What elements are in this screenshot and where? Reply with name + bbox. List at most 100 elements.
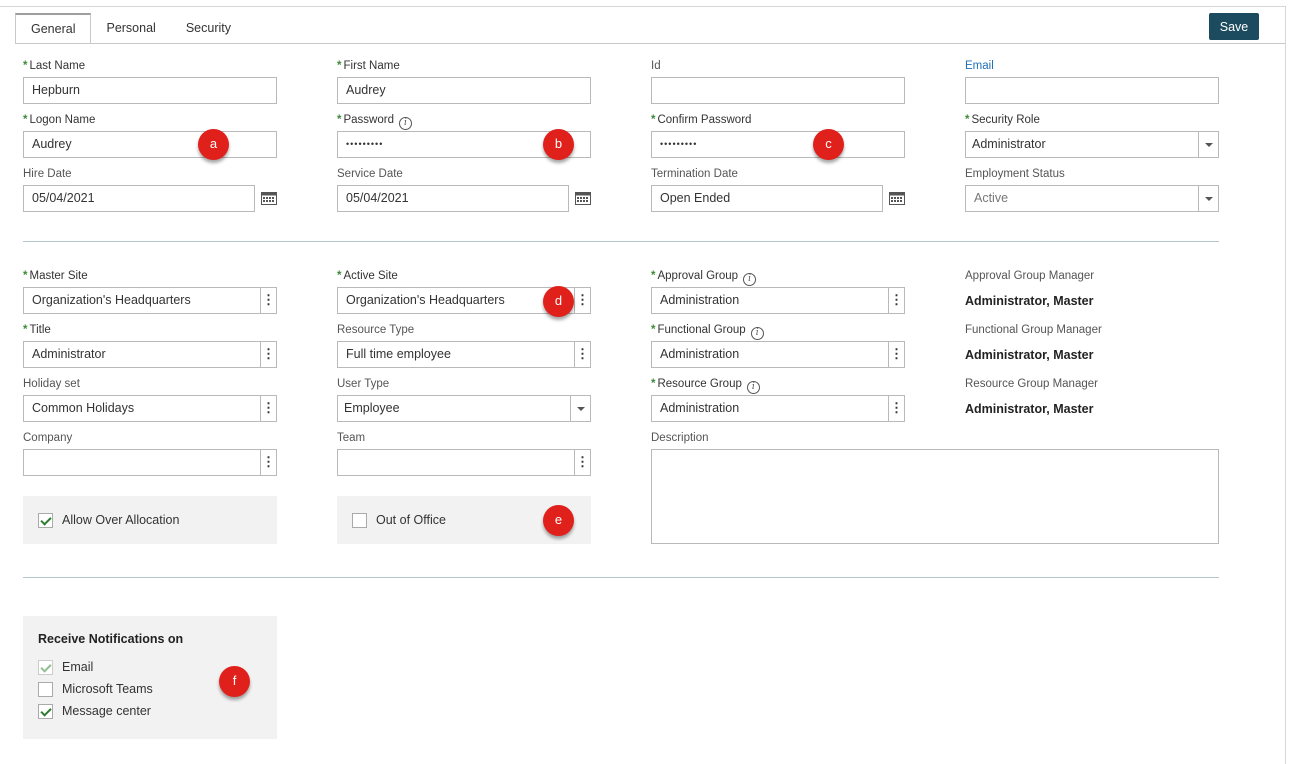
resource-group-field[interactable]: Administration ⋮ xyxy=(651,395,905,422)
out-of-office-label: Out of Office xyxy=(376,513,446,527)
save-button[interactable]: Save xyxy=(1209,13,1259,40)
title-label: * Title xyxy=(23,324,51,336)
functional-group-label: * Functional Group i xyxy=(651,323,764,340)
employment-status-label: Employment Status xyxy=(965,168,1065,180)
termination-date-label: Termination Date xyxy=(651,168,738,180)
employment-status-select[interactable]: Active xyxy=(965,185,1219,212)
resource-type-field[interactable]: Full time employee ⋮ xyxy=(337,341,591,368)
logon-name-field[interactable]: Audrey xyxy=(23,131,277,158)
resource-group-label: * Resource Group i xyxy=(651,377,760,394)
notify-email-label: Email xyxy=(62,660,94,674)
section-divider xyxy=(23,241,1219,242)
annotation-marker-b: b xyxy=(543,129,574,160)
security-role-label: * Security Role xyxy=(965,114,1040,126)
kebab-menu-icon[interactable]: ⋮ xyxy=(574,450,590,475)
tab-personal[interactable]: Personal xyxy=(91,13,170,44)
master-site-label: * Master Site xyxy=(23,270,88,282)
frame-border-top xyxy=(0,6,1286,7)
notify-email-checkbox[interactable] xyxy=(38,660,53,675)
notify-message-center-checkbox[interactable] xyxy=(38,704,53,719)
holiday-set-field[interactable]: Common Holidays ⋮ xyxy=(23,395,277,422)
allow-over-allocation-panel: Allow Over Allocation xyxy=(23,496,277,544)
notifications-title: Receive Notifications on xyxy=(38,632,184,646)
kebab-menu-icon[interactable]: ⋮ xyxy=(888,288,904,313)
out-of-office-checkbox[interactable] xyxy=(352,513,367,528)
calendar-icon[interactable] xyxy=(889,191,905,205)
annotation-marker-f: f xyxy=(219,666,250,697)
tab-general[interactable]: General xyxy=(15,13,92,44)
annotation-marker-c: c xyxy=(813,129,844,160)
active-site-label: * Active Site xyxy=(337,270,398,282)
kebab-menu-icon[interactable]: ⋮ xyxy=(888,342,904,367)
password-label: * Password i xyxy=(337,113,412,130)
tab-security[interactable]: Security xyxy=(171,13,246,44)
info-icon[interactable]: i xyxy=(746,381,760,394)
calendar-icon[interactable] xyxy=(261,191,277,205)
user-type-label: User Type xyxy=(337,378,390,390)
notify-teams-label: Microsoft Teams xyxy=(62,682,153,696)
id-field[interactable] xyxy=(651,77,905,104)
kebab-menu-icon[interactable]: ⋮ xyxy=(260,288,276,313)
logon-name-label: * Logon Name xyxy=(23,114,96,126)
chevron-down-icon[interactable] xyxy=(570,396,590,421)
kebab-menu-icon[interactable]: ⋮ xyxy=(260,396,276,421)
kebab-menu-icon[interactable]: ⋮ xyxy=(260,342,276,367)
team-label: Team xyxy=(337,432,366,444)
kebab-menu-icon[interactable]: ⋮ xyxy=(574,342,590,367)
functional-group-field[interactable]: Administration ⋮ xyxy=(651,341,905,368)
id-label: Id xyxy=(651,60,661,72)
annotation-marker-a: a xyxy=(198,129,229,160)
resource-group-manager-value: Administrator, Master xyxy=(965,402,1094,416)
confirm-password-label: * Confirm Password xyxy=(651,114,752,126)
holiday-set-label: Holiday set xyxy=(23,378,80,390)
title-field[interactable]: Administrator ⋮ xyxy=(23,341,277,368)
calendar-icon[interactable] xyxy=(575,191,591,205)
functional-group-manager-value: Administrator, Master xyxy=(965,348,1094,362)
annotation-marker-e: e xyxy=(543,505,574,536)
user-type-select[interactable]: Employee xyxy=(337,395,591,422)
last-name-label: * Last Name xyxy=(23,60,86,72)
company-field[interactable]: ⋮ xyxy=(23,449,277,476)
tab-divider xyxy=(15,43,1285,44)
service-date-field[interactable]: 05/04/2021 xyxy=(337,185,569,212)
chevron-down-icon[interactable] xyxy=(1198,132,1218,157)
section-divider xyxy=(23,577,1219,578)
allow-over-allocation-label: Allow Over Allocation xyxy=(62,513,180,527)
security-role-select[interactable]: Administrator xyxy=(965,131,1219,158)
hire-date-field[interactable]: 05/04/2021 xyxy=(23,185,255,212)
info-icon[interactable]: i xyxy=(398,117,412,130)
kebab-menu-icon[interactable]: ⋮ xyxy=(888,396,904,421)
last-name-field[interactable]: Hepburn xyxy=(23,77,277,104)
resource-group-manager-label: Resource Group Manager xyxy=(965,378,1098,390)
description-label: Description xyxy=(651,432,709,444)
first-name-label: * First Name xyxy=(337,60,400,72)
functional-group-manager-label: Functional Group Manager xyxy=(965,324,1102,336)
notify-message-center-label: Message center xyxy=(62,704,151,718)
approval-group-label: * Approval Group i xyxy=(651,269,757,286)
confirm-password-field[interactable]: ••••••••• xyxy=(651,131,905,158)
kebab-menu-icon[interactable]: ⋮ xyxy=(574,288,590,313)
hire-date-label: Hire Date xyxy=(23,168,72,180)
kebab-menu-icon[interactable]: ⋮ xyxy=(260,450,276,475)
info-icon[interactable]: i xyxy=(750,327,764,340)
chevron-down-icon[interactable] xyxy=(1198,186,1218,211)
email-label: Email xyxy=(965,60,994,72)
tab-bar: General Personal Security xyxy=(15,13,246,44)
team-field[interactable]: ⋮ xyxy=(337,449,591,476)
resource-type-label: Resource Type xyxy=(337,324,415,336)
first-name-field[interactable]: Audrey xyxy=(337,77,591,104)
notify-teams-checkbox[interactable] xyxy=(38,682,53,697)
annotation-marker-d: d xyxy=(543,286,574,317)
allow-over-allocation-checkbox[interactable] xyxy=(38,513,53,528)
description-textarea[interactable] xyxy=(651,449,1219,544)
approval-group-manager-label: Approval Group Manager xyxy=(965,270,1095,282)
approval-group-field[interactable]: Administration ⋮ xyxy=(651,287,905,314)
termination-date-field[interactable]: Open Ended xyxy=(651,185,883,212)
frame-border-right xyxy=(1285,6,1286,764)
company-label: Company xyxy=(23,432,73,444)
info-icon[interactable]: i xyxy=(743,273,757,286)
email-field[interactable] xyxy=(965,77,1219,104)
master-site-field[interactable]: Organization's Headquarters ⋮ xyxy=(23,287,277,314)
service-date-label: Service Date xyxy=(337,168,403,180)
approval-group-manager-value: Administrator, Master xyxy=(965,294,1094,308)
